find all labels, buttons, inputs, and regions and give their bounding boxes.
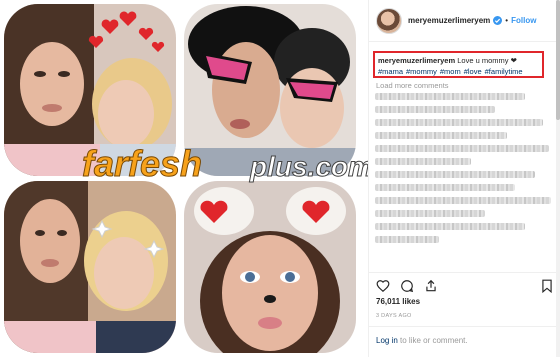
blurred-comment [375,158,471,165]
blurred-comment [375,93,525,100]
heart-outline-icon[interactable] [376,279,390,293]
blurred-comment [375,119,543,126]
photo-tile-bear-filter [184,181,356,353]
blurred-comment [375,223,525,230]
caption-text: Love u mommy ❤ [457,56,517,65]
blurred-comment [375,171,535,178]
login-prompt-text: to like or comment. [397,336,468,345]
likes-count[interactable]: 76,011 likes [376,297,420,306]
hashtag-link[interactable]: #love [464,67,482,76]
login-prompt: Log in to like or comment. [369,326,560,357]
avatar[interactable] [376,7,402,34]
caption-highlight: meryemuzerlimeryem Love u mommy ❤ #mama #… [373,51,544,78]
share-icon[interactable] [424,279,438,293]
header-username[interactable]: meryemuzerlimeryem [408,16,490,25]
post-header: meryemuzerlimeryem • Follow [369,0,560,42]
blurred-comment [375,184,515,191]
follow-button[interactable]: Follow [511,16,536,25]
blurred-comment [375,132,507,139]
verified-badge-icon [493,16,503,25]
header-separator: • [505,16,509,25]
bookmark-icon[interactable] [540,279,554,293]
blurred-comments [375,93,555,249]
caption-username[interactable]: meryemuzerlimeryem [378,56,455,65]
svg-text:plus.com: plus.com [249,151,368,182]
farfesh-watermark-logo: farfesh plus.com [82,143,369,185]
blurred-comment [375,236,439,243]
post-image[interactable]: farfesh plus.com [0,0,368,357]
post-sidebar: meryemuzerlimeryem • Follow meryemuzerli… [368,0,560,357]
blurred-comment [375,210,485,217]
load-more-comments-link[interactable]: Load more comments [376,81,449,90]
blurred-comment [375,145,549,152]
hashtag-link[interactable]: #familytime [485,67,523,76]
hashtag-link[interactable]: #mom [440,67,461,76]
login-link[interactable]: Log in [376,336,398,345]
action-bar [369,272,560,296]
blurred-comment [375,106,495,113]
scrollbar-thumb[interactable] [556,0,560,120]
blurred-comment [375,197,551,204]
hashtag-link[interactable]: #mama [378,67,403,76]
hashtag-link[interactable]: #mommy [406,67,437,76]
post-timestamp: 3 DAYS AGO [376,313,412,319]
comment-bubble-icon[interactable] [400,279,414,293]
photo-tile-selfie-sparkles [4,181,176,353]
scrollbar[interactable] [556,0,560,357]
svg-text:farfesh: farfesh [82,143,202,184]
